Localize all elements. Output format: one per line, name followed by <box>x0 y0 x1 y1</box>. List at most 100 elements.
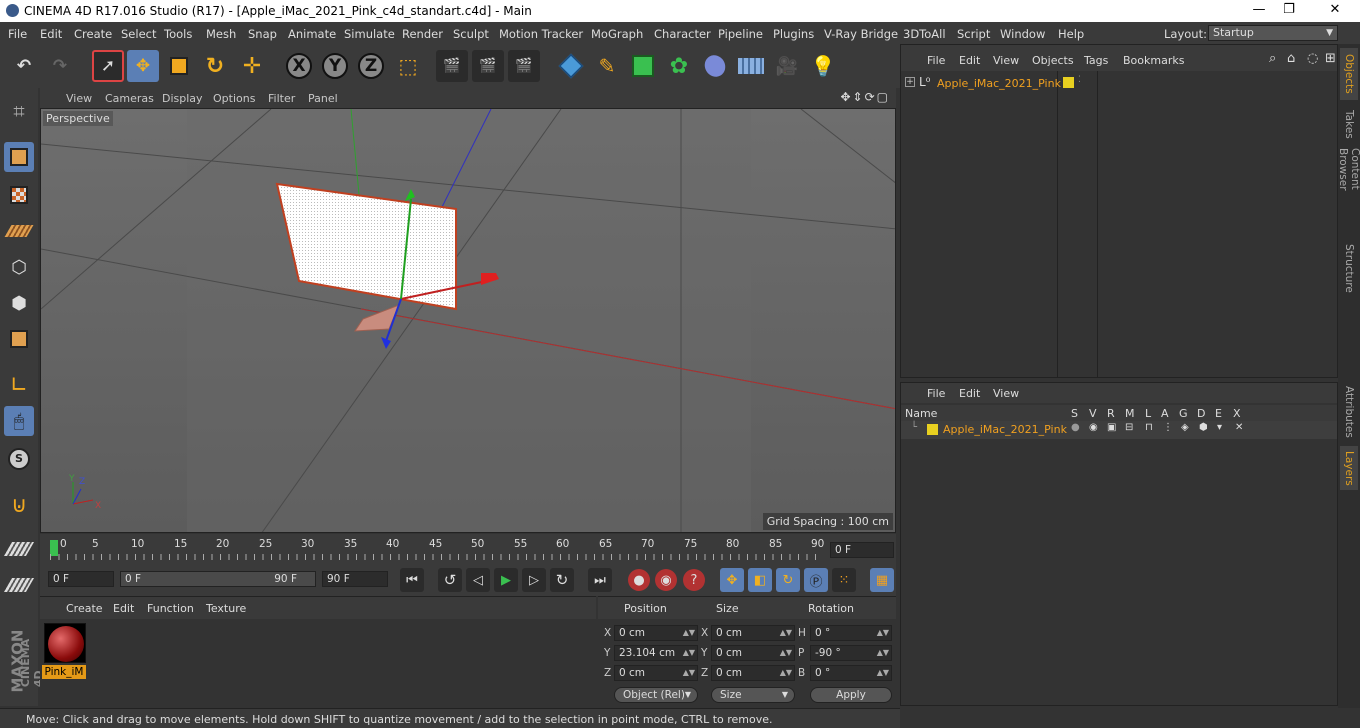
viewport-menu-filter[interactable]: Filter <box>268 92 295 105</box>
rotation-h-field[interactable]: 0 ° ▲▼ <box>810 625 892 641</box>
floor-button[interactable] <box>735 50 767 82</box>
animation-icon[interactable]: ⋮ <box>1163 422 1173 433</box>
menu-create[interactable]: Create <box>74 27 112 41</box>
menu-pipeline[interactable]: Pipeline <box>718 27 763 41</box>
menu-mograph[interactable]: MoGraph <box>591 27 643 41</box>
menu-plugins[interactable]: Plugins <box>773 27 814 41</box>
objects-menu-edit[interactable]: Edit <box>959 54 980 67</box>
key-rotation-button[interactable]: ↻ <box>776 568 800 592</box>
render-picture-viewer-button[interactable]: 🎬 <box>472 50 504 82</box>
layer-col-locked[interactable]: L <box>1145 407 1151 420</box>
layer-col-animation[interactable]: A <box>1161 407 1169 420</box>
layers-menu-view[interactable]: View <box>993 387 1019 400</box>
menu-window[interactable]: Window <box>1000 27 1045 41</box>
menu-help[interactable]: Help <box>1058 27 1084 41</box>
texture-mode-button[interactable] <box>4 180 34 210</box>
polygons-mode-button[interactable] <box>4 324 34 354</box>
home-icon[interactable]: ⌂ <box>1287 51 1295 66</box>
snap-button[interactable]: S <box>4 444 34 474</box>
points-mode-button[interactable]: ⬡ <box>4 252 34 282</box>
layers-menu-edit[interactable]: Edit <box>959 387 980 400</box>
solo-icon[interactable]: ● <box>1071 422 1080 433</box>
menu-file[interactable]: File <box>8 27 27 41</box>
cube-button[interactable] <box>555 50 587 82</box>
lock-icon[interactable]: ⊓ <box>1145 422 1153 433</box>
previous-frame-button[interactable]: ◁ <box>466 568 490 592</box>
objects-menu-objects[interactable]: Objects <box>1032 54 1074 67</box>
menu-edit[interactable]: Edit <box>40 27 62 41</box>
material-menu-function[interactable]: Function <box>147 602 194 615</box>
expand-icon[interactable]: + <box>905 77 915 87</box>
recent-tool-button[interactable]: ✛ <box>236 50 268 82</box>
layer-row[interactable]: └ Apple_iMac_2021_Pink ● ◉ ▣ ⊟ ⊓ ⋮ ◈ ⬢ ▾… <box>901 421 1337 439</box>
previous-key-button[interactable]: ↺ <box>438 568 462 592</box>
light-button[interactable]: 💡 <box>807 50 839 82</box>
current-frame-field[interactable]: 0 F <box>830 542 894 558</box>
autokey-button[interactable]: ◉ <box>655 569 677 591</box>
layer-color-tag[interactable] <box>1063 77 1074 88</box>
coordinate-mode-select[interactable]: Object (Rel) ▼ <box>614 687 698 703</box>
menu-snap[interactable]: Snap <box>248 27 277 41</box>
generator-icon[interactable]: ◈ <box>1181 422 1189 433</box>
layer-col-solo[interactable]: S <box>1071 407 1078 420</box>
pen-spline-button[interactable]: ✎ <box>591 50 623 82</box>
apply-button[interactable]: Apply <box>810 687 892 703</box>
menu-motion-tracker[interactable]: Motion Tracker <box>499 27 583 41</box>
subdivision-surface-button[interactable] <box>627 50 659 82</box>
rotation-b-field[interactable]: 0 ° ▲▼ <box>810 665 892 681</box>
objects-menu-tags[interactable]: Tags <box>1084 54 1108 67</box>
key-scale-button[interactable]: ◧ <box>748 568 772 592</box>
key-pla-button[interactable]: ⁙ <box>832 568 856 592</box>
key-parameter-button[interactable]: Ⓟ <box>804 568 828 592</box>
cloner-button[interactable]: ✿ <box>663 50 695 82</box>
play-button[interactable]: ▶ <box>494 568 518 592</box>
material-thumbnail[interactable] <box>44 623 86 663</box>
object-row[interactable]: + L⁰ Apple_iMac_2021_Pink ⁚ <box>905 75 1335 93</box>
timeline-ruler[interactable]: 0 5 10 15 20 25 30 35 40 45 50 55 60 65 … <box>50 538 830 560</box>
next-frame-button[interactable]: ▷ <box>522 568 546 592</box>
layers-menu-file[interactable]: File <box>927 387 945 400</box>
layer-name[interactable]: Apple_iMac_2021_Pink <box>943 423 1067 436</box>
timeline-window-button[interactable]: ▦ <box>870 568 894 592</box>
material-menu-edit[interactable]: Edit <box>113 602 134 615</box>
viewport-menu-display[interactable]: Display <box>162 92 203 105</box>
hierarchy-icon[interactable]: ◌ <box>1307 51 1318 66</box>
magnet-button[interactable]: ⊍ <box>4 490 34 520</box>
object-name[interactable]: Apple_iMac_2021_Pink <box>937 77 1061 90</box>
tab-attributes[interactable]: Attributes <box>1340 382 1358 442</box>
timeline[interactable]: 0 5 10 15 20 25 30 35 40 45 50 55 60 65 … <box>40 534 896 562</box>
xref-icon[interactable]: ✕ <box>1235 422 1243 433</box>
view-icon[interactable]: ◉ <box>1089 422 1098 433</box>
tab-layers[interactable]: Layers <box>1340 446 1358 490</box>
close-button[interactable]: ✕ <box>1320 2 1350 17</box>
viewport-perspective[interactable]: X Y Z Perspective Grid Spacing : 100 cm <box>40 108 896 533</box>
visibility-dots-icon[interactable]: ⁚ <box>1078 75 1081 85</box>
size-z-field[interactable]: 0 cm ▲▼ <box>711 665 795 681</box>
manager-icon[interactable]: ⊟ <box>1125 422 1133 433</box>
workplane-lock-button[interactable] <box>3 534 35 564</box>
deformer-icon[interactable]: ⬢ <box>1199 422 1208 433</box>
layer-col-view[interactable]: V <box>1089 407 1097 420</box>
render-settings-button[interactable]: 🎬 <box>508 50 540 82</box>
keyframe-selection-button[interactable]: ? <box>683 569 705 591</box>
coordinate-system-button[interactable]: ⬚ <box>392 50 424 82</box>
viewport-menu-view[interactable]: View <box>66 92 92 105</box>
size-x-field[interactable]: 0 cm ▲▼ <box>711 625 795 641</box>
tab-objects[interactable]: Objects <box>1340 48 1358 100</box>
menu-animate[interactable]: Animate <box>288 27 336 41</box>
material-name[interactable]: Pink_iM <box>42 665 86 679</box>
live-selection-button[interactable]: ➚ <box>92 50 124 82</box>
menu-vray-bridge[interactable]: V-Ray Bridge <box>824 27 898 41</box>
viewport-menu-options[interactable]: Options <box>213 92 255 105</box>
viewport-menu-cameras[interactable]: Cameras <box>105 92 154 105</box>
next-key-button[interactable]: ↻ <box>550 568 574 592</box>
objects-menu-file[interactable]: File <box>927 54 945 67</box>
tab-structure[interactable]: Structure <box>1340 240 1358 296</box>
position-x-field[interactable]: 0 cm ▲▼ <box>614 625 698 641</box>
menu-simulate[interactable]: Simulate <box>344 27 395 41</box>
rotate-tool-button[interactable]: ↻ <box>199 50 231 82</box>
menu-script[interactable]: Script <box>957 27 990 41</box>
size-y-field[interactable]: 0 cm ▲▼ <box>711 645 795 661</box>
objects-menu-view[interactable]: View <box>993 54 1019 67</box>
search-icon[interactable]: ⌕ <box>1269 51 1276 66</box>
